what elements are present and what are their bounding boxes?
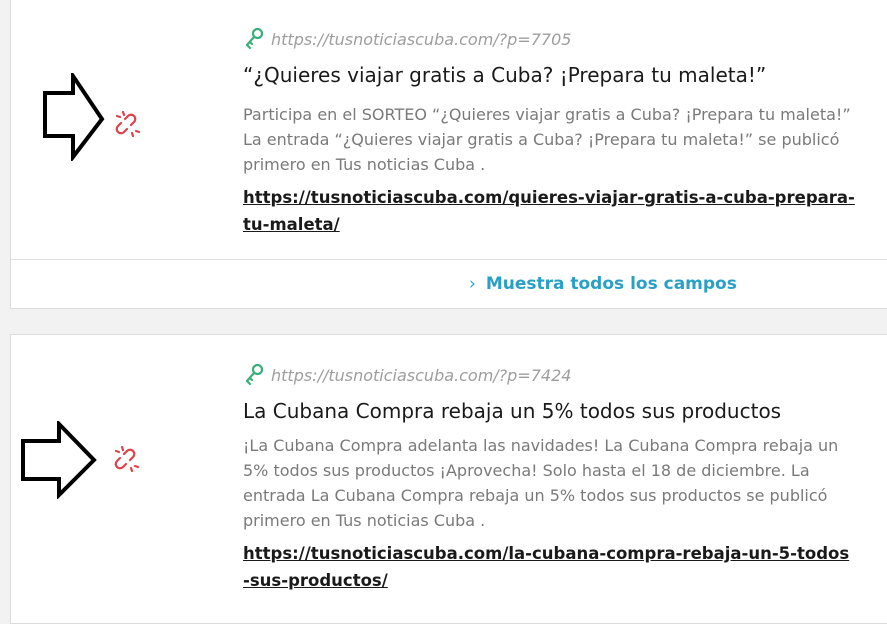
post-excerpt: ¡La Cubana Compra adelanta las navidades…	[243, 436, 839, 530]
post-title: La Cubana Compra rebaja un 5% todos sus …	[243, 399, 782, 423]
post-link[interactable]: https://tusnoticiascuba.com/la-cubana-co…	[243, 540, 855, 594]
result-card: https://tusnoticiascuba.com/?p=7424 La C…	[10, 334, 887, 624]
broken-link-icon[interactable]	[114, 446, 140, 472]
show-all-fields-button[interactable]: › Muestra todos los campos	[469, 274, 737, 294]
arrow-right-icon	[21, 421, 97, 499]
chevron-right-icon: ›	[469, 274, 476, 294]
key-icon	[245, 27, 264, 49]
arrow-right-icon	[43, 73, 105, 161]
post-title: “¿Quieres viajar gratis a Cuba? ¡Prepara…	[243, 63, 767, 87]
result-card: https://tusnoticiascuba.com/?p=7705 “¿Qu…	[10, 0, 887, 309]
post-url[interactable]: https://tusnoticiascuba.com/?p=7424	[271, 366, 571, 385]
broken-link-icon[interactable]	[115, 111, 141, 137]
post-excerpt: Participa en el SORTEO “¿Quieres viajar …	[243, 105, 851, 174]
show-all-fields-label: Muestra todos los campos	[485, 274, 737, 294]
divider	[11, 259, 887, 260]
post-url[interactable]: https://tusnoticiascuba.com/?p=7705	[271, 30, 571, 49]
post-link[interactable]: https://tusnoticiascuba.com/quieres-viaj…	[243, 184, 855, 238]
key-icon	[245, 363, 264, 385]
